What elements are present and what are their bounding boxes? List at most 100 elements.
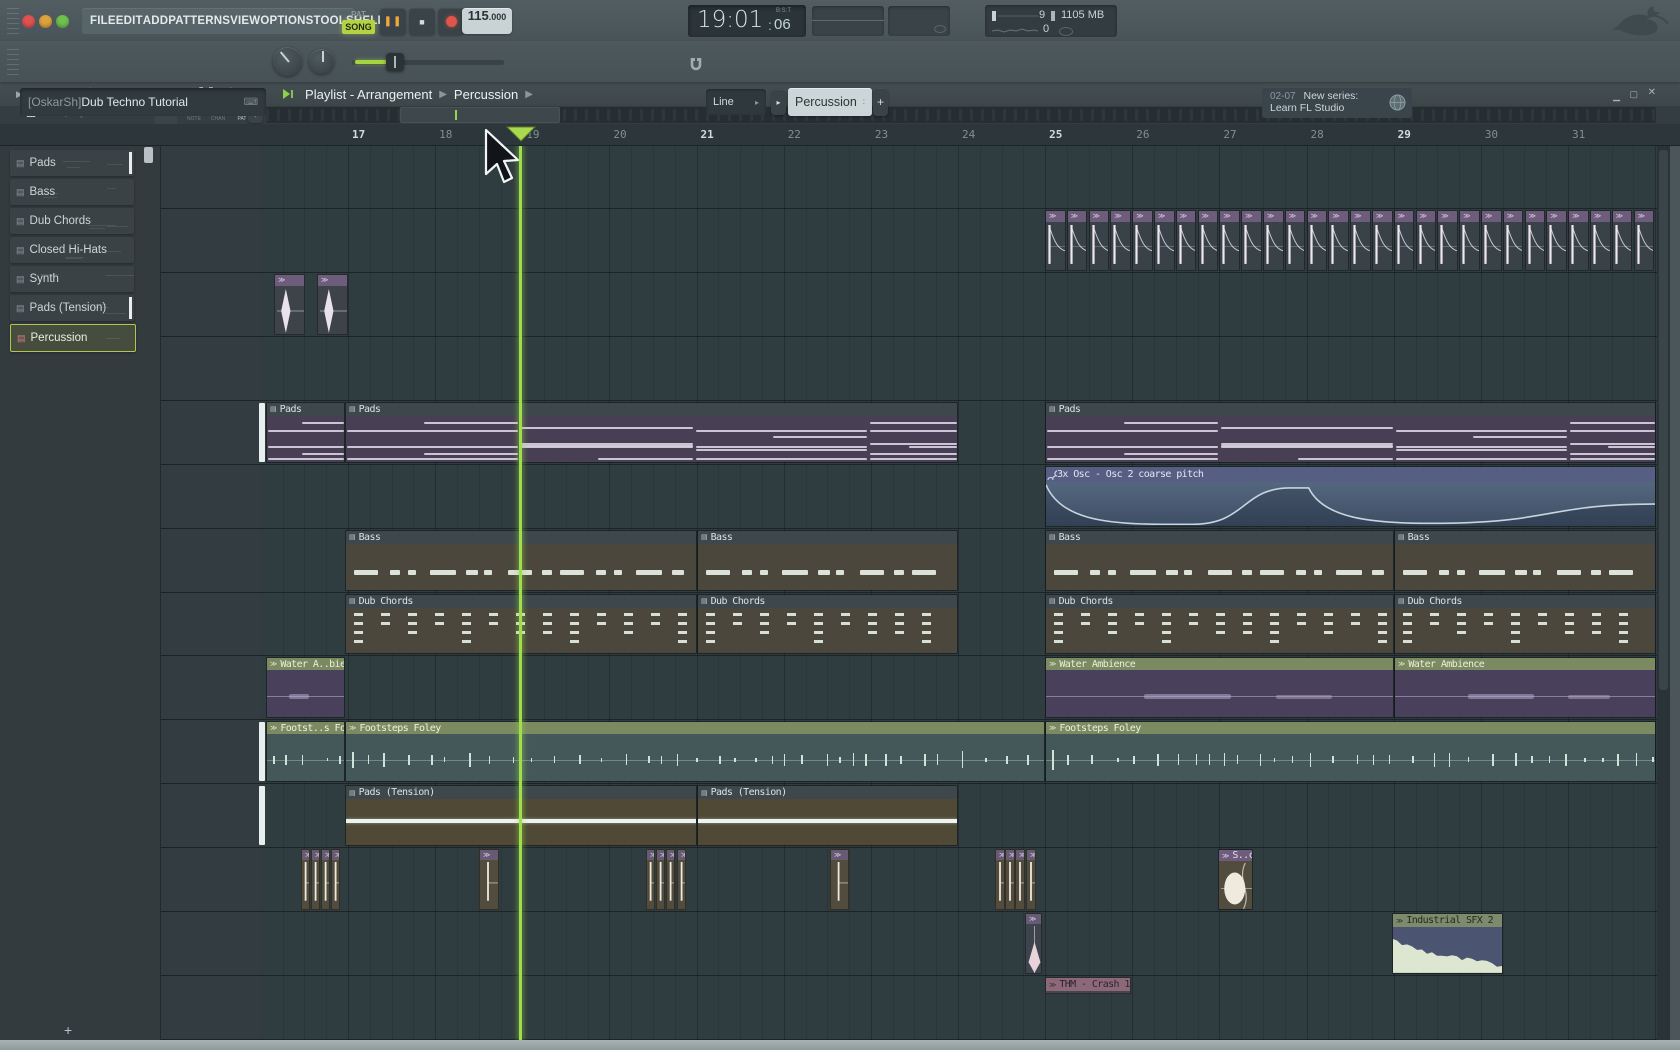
song-mode-label[interactable]: SONG bbox=[342, 20, 375, 34]
drum-audio-clip[interactable]: ≫ bbox=[1437, 210, 1458, 271]
shuffle-slider[interactable] bbox=[352, 60, 504, 65]
pads-clip[interactable]: ▤Pads bbox=[266, 402, 345, 463]
pattern-list-item-closed-hi-hats[interactable]: ▤Closed Hi-Hats bbox=[10, 237, 134, 263]
fxhit-clip[interactable]: ≫ bbox=[677, 849, 686, 910]
close-window-button[interactable] bbox=[22, 15, 35, 28]
preview-play-icon[interactable] bbox=[281, 85, 297, 103]
pattern-list-item-synth[interactable]: ▤Synth bbox=[10, 266, 134, 292]
time-display[interactable]: 19:01 : 06 B:S:T bbox=[688, 5, 806, 37]
timeline-ruler[interactable]: 171819202122232425262728293031 bbox=[0, 124, 1680, 146]
water-ambience-clip[interactable]: ≫Water Ambience bbox=[1394, 657, 1656, 718]
pads-clip[interactable]: ▤Pads bbox=[345, 402, 958, 463]
menu-item-view[interactable]: VIEW bbox=[230, 15, 260, 27]
pattern-list-item-dub-chords[interactable]: ▤Dub Chords bbox=[10, 208, 134, 234]
fxhit-clip[interactable]: ≫ bbox=[1005, 849, 1015, 910]
master-pitch-knob[interactable] bbox=[309, 49, 334, 74]
bass-clip[interactable]: ▤Bass bbox=[1045, 530, 1394, 591]
oscilloscope-left[interactable] bbox=[812, 6, 884, 36]
fxhit-clip[interactable]: ≫ bbox=[331, 849, 340, 910]
drum-audio-clip[interactable]: ≫ bbox=[1590, 210, 1611, 271]
playhead-line[interactable] bbox=[519, 145, 522, 1040]
drum-audio-clip[interactable]: ≫ bbox=[1285, 210, 1306, 271]
pat-mode-label[interactable]: PAT bbox=[342, 8, 375, 20]
fxhit-clip[interactable]: ≫ bbox=[1015, 849, 1025, 910]
scrollbar-thumb[interactable] bbox=[400, 107, 560, 123]
fxhit-clip[interactable]: ≫ bbox=[311, 849, 320, 910]
dub-chords-clip[interactable]: ▤Dub Chords bbox=[697, 594, 958, 655]
s-ck-clip[interactable]: ≫S..ck bbox=[1218, 849, 1253, 910]
vertical-scrollbar[interactable] bbox=[1657, 145, 1670, 1040]
pattern-nav-button[interactable]: ▸ bbox=[771, 89, 786, 115]
stop-button[interactable]: ■ bbox=[409, 8, 435, 35]
drum-audio-clip[interactable]: ≫ bbox=[1307, 210, 1328, 271]
drum-audio-clip[interactable]: ≫ bbox=[1241, 210, 1262, 271]
pause-button[interactable]: ❚❚ bbox=[380, 8, 406, 35]
fxhit-clip[interactable]: ≫ bbox=[830, 849, 849, 910]
drum-audio-clip[interactable]: ≫ bbox=[1459, 210, 1480, 271]
drum-audio-clip[interactable]: ≫ bbox=[1198, 210, 1219, 271]
minimize-window-button[interactable] bbox=[39, 15, 52, 28]
menu-item-options[interactable]: OPTIONS bbox=[260, 15, 313, 27]
add-pattern-button[interactable]: + bbox=[873, 88, 888, 116]
pads-tension--clip[interactable]: ▤Pads (Tension) bbox=[697, 785, 958, 846]
pattern-list-item-percussion[interactable]: ▤Percussion bbox=[10, 324, 136, 352]
drum-audio-clip[interactable]: ≫ bbox=[1219, 210, 1240, 271]
snap-selector[interactable]: Line ▸ bbox=[706, 89, 766, 115]
minimize-playlist-icon[interactable]: ▁ bbox=[1613, 91, 1620, 102]
fxhit-clip[interactable]: ≫ bbox=[479, 849, 499, 910]
bottom-window-edge[interactable] bbox=[0, 1040, 1680, 1050]
dub-chords-clip[interactable]: ▤Dub Chords bbox=[1394, 594, 1656, 655]
oscilloscope-right[interactable] bbox=[888, 6, 950, 36]
add-pattern-list-button[interactable]: + bbox=[64, 1022, 72, 1038]
fxhit-clip[interactable]: ≫ bbox=[321, 849, 330, 910]
pads-clip[interactable]: ▤Pads bbox=[1045, 402, 1656, 463]
fxhit-clip[interactable]: ≫ bbox=[666, 849, 675, 910]
menu-item-add[interactable]: ADD bbox=[143, 15, 169, 27]
drum-audio-clip[interactable]: ≫ bbox=[1176, 210, 1197, 271]
timeline-scrollbar[interactable] bbox=[266, 107, 1656, 123]
maximize-playlist-icon[interactable]: ▢ bbox=[1629, 89, 1638, 100]
pat-song-toggle[interactable]: PAT SONG bbox=[342, 8, 375, 35]
footsteps-foley-clip[interactable]: ≫Footsteps Foley bbox=[345, 721, 1045, 782]
drum-audio-clip[interactable]: ≫ bbox=[1045, 210, 1066, 271]
menu-item-patterns[interactable]: PATTERNS bbox=[168, 15, 230, 27]
project-title-field[interactable]: [OskarSh] Dub Techno Tutorial ⌨ bbox=[20, 88, 266, 116]
water-a-bience-clip[interactable]: ≫Water A..bience bbox=[266, 657, 345, 718]
pattern-list-item-pads-tension-[interactable]: ▤Pads (Tension) bbox=[10, 295, 134, 321]
drum-audio-clip[interactable]: ≫ bbox=[1089, 210, 1110, 271]
panel-scrollbar-thumb[interactable] bbox=[144, 147, 153, 163]
drum-audio-clip[interactable]: ≫ bbox=[1132, 210, 1153, 271]
pattern-list-item-bass[interactable]: ▤Bass bbox=[10, 179, 134, 205]
footsteps-foley-clip[interactable]: ≫Footsteps Foley bbox=[1045, 721, 1656, 782]
drum-audio-clip[interactable]: ≫ bbox=[1612, 210, 1633, 271]
fxhit-clip[interactable]: ≫ bbox=[1026, 849, 1036, 910]
menu-item-edit[interactable]: EDIT bbox=[116, 15, 143, 27]
clap-clip[interactable]: ≫ bbox=[274, 274, 305, 335]
drum-audio-clip[interactable]: ≫ bbox=[1394, 210, 1415, 271]
cpu-memory-panel[interactable]: 9 1105 MB 0 bbox=[985, 5, 1117, 37]
drum-audio-clip[interactable]: ≫ bbox=[1372, 210, 1393, 271]
drum-audio-clip[interactable]: ≫ bbox=[1263, 210, 1284, 271]
maximize-window-button[interactable] bbox=[56, 15, 69, 28]
drum-audio-clip[interactable]: ≫ bbox=[1481, 210, 1502, 271]
fxhit-clip[interactable]: ≫ bbox=[646, 849, 655, 910]
playlist-breadcrumb-pattern[interactable]: Percussion bbox=[454, 87, 518, 102]
playlist-breadcrumb[interactable]: Playlist - Arrangement bbox=[305, 87, 432, 102]
tempo-display[interactable]: 115.000 bbox=[462, 8, 512, 34]
clap-clip[interactable]: ≫ bbox=[317, 274, 348, 335]
footst-s-foley-clip[interactable]: ≫Footst..s Foley bbox=[266, 721, 345, 782]
drum-audio-clip[interactable]: ≫ bbox=[1154, 210, 1175, 271]
fxhit-clip[interactable]: ≫ bbox=[656, 849, 665, 910]
thm-crash-10-clip[interactable]: ≫THM - Crash 10 bbox=[1045, 977, 1131, 994]
slider-handle[interactable] bbox=[386, 53, 404, 71]
drum-audio-clip[interactable]: ≫ bbox=[1503, 210, 1524, 271]
record-button[interactable] bbox=[438, 8, 464, 35]
drum-audio-clip[interactable]: ≫ bbox=[1416, 210, 1437, 271]
globe-icon[interactable] bbox=[1389, 94, 1406, 111]
pattern-list-item-pads[interactable]: ▤Pads bbox=[10, 150, 134, 176]
toolbar-grip[interactable] bbox=[7, 49, 19, 75]
drum-audio-clip[interactable]: ≫ bbox=[1525, 210, 1546, 271]
drum-audio-clip[interactable]: ≫ bbox=[1634, 210, 1655, 271]
pattern-selector[interactable]: Percussion ∶ bbox=[788, 88, 872, 116]
drum-audio-clip[interactable]: ≫ bbox=[1328, 210, 1349, 271]
